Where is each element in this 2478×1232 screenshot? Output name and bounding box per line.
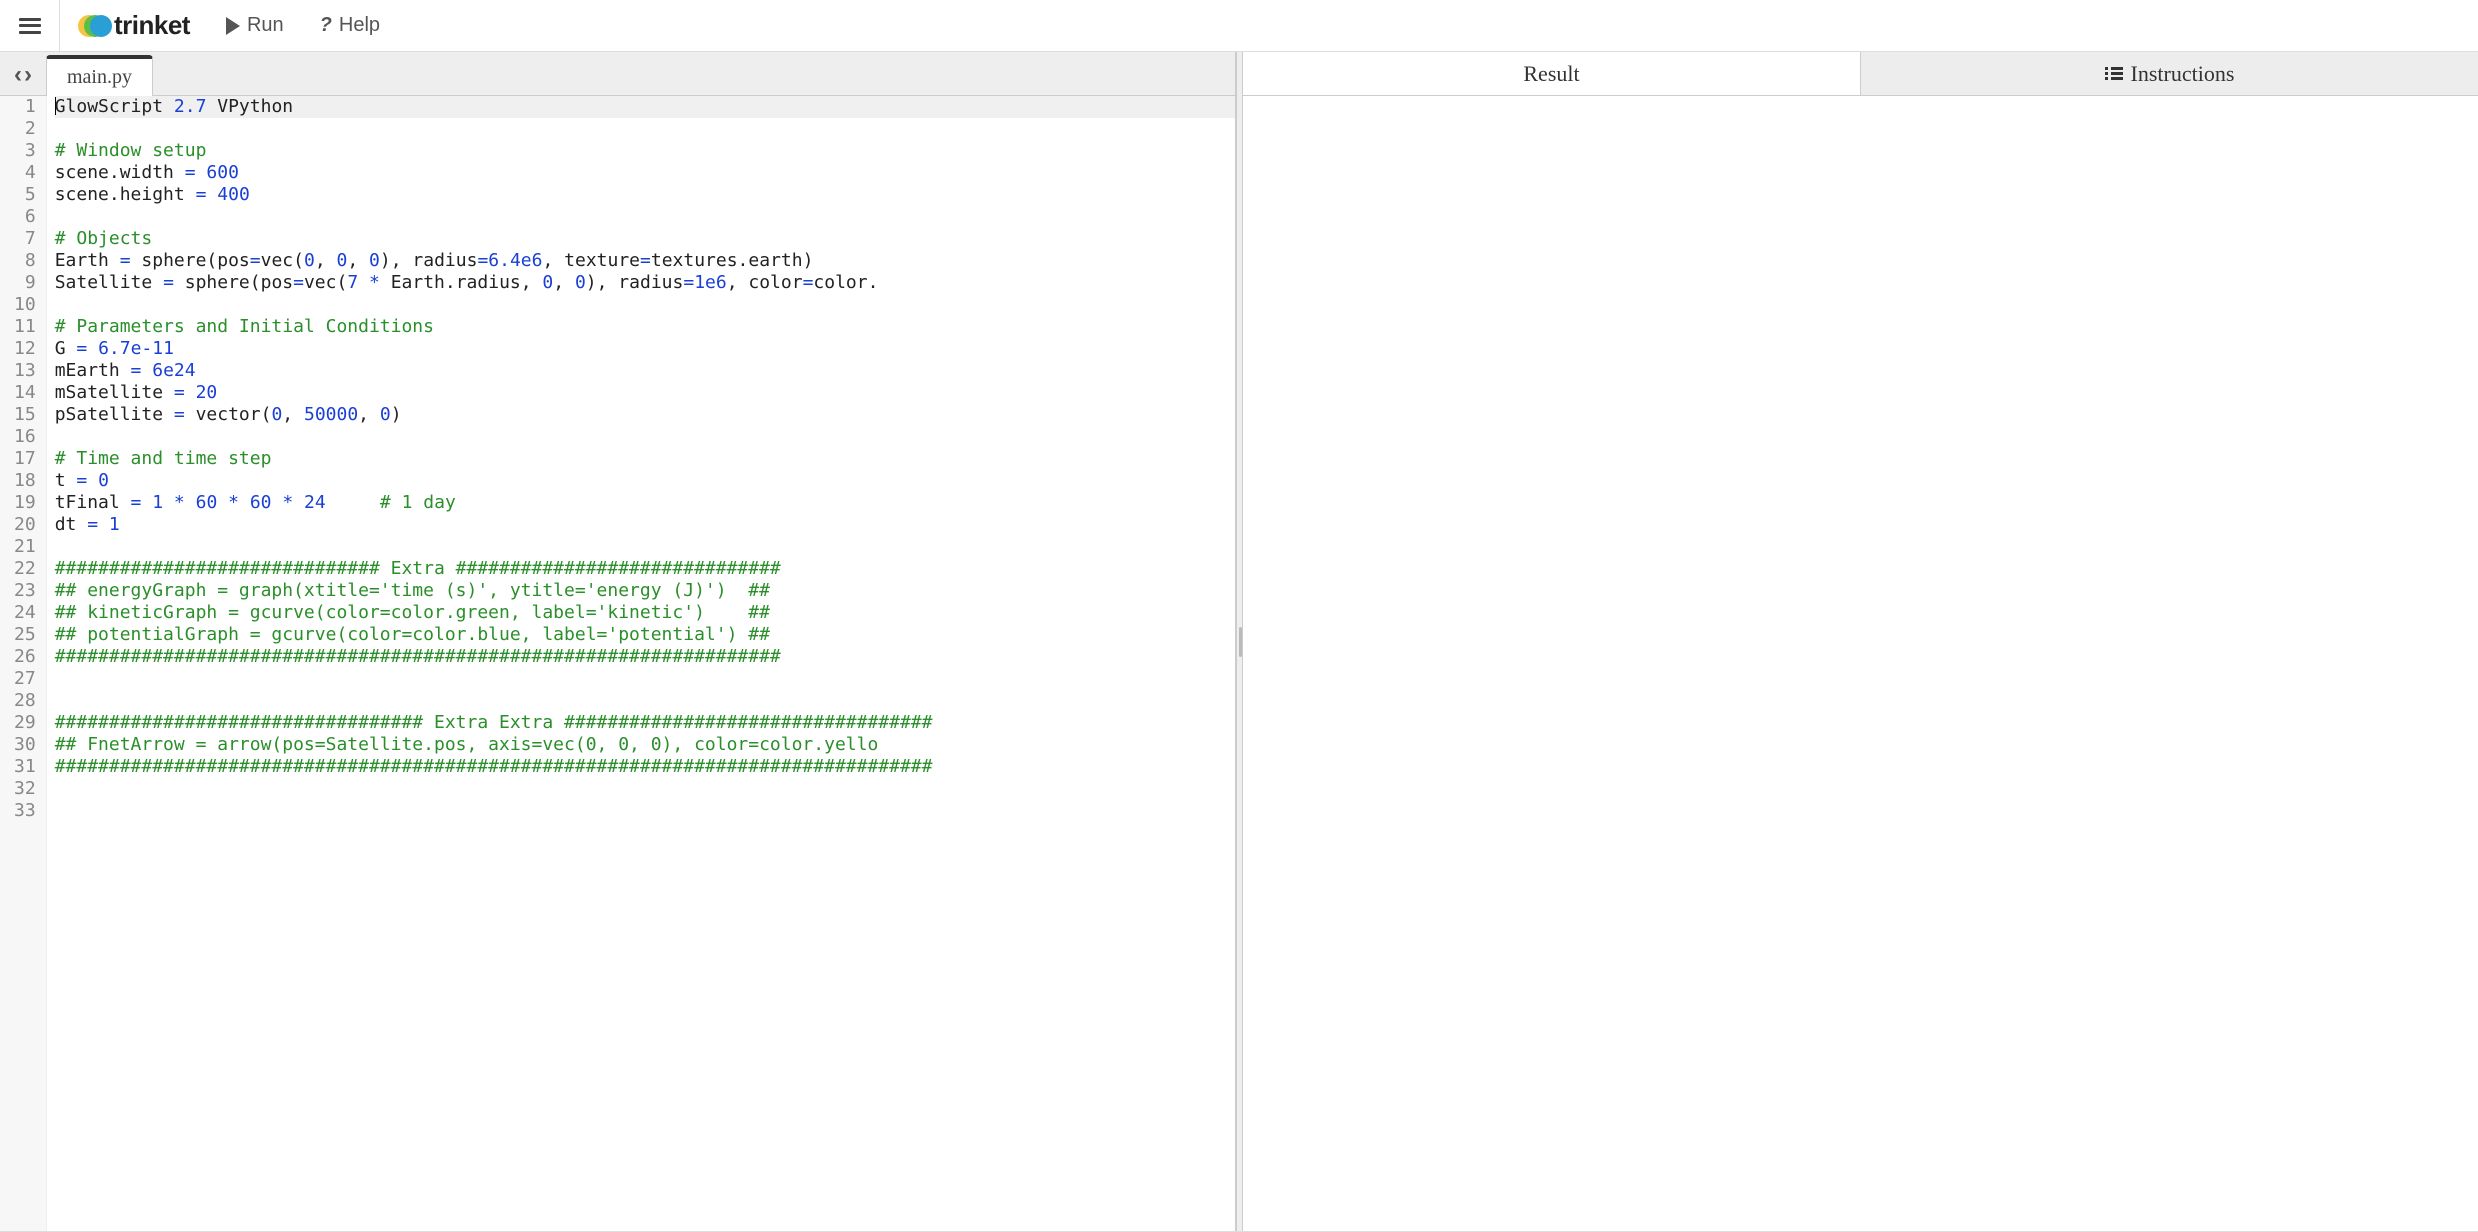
line-number: 29 [14,712,36,734]
tab-result[interactable]: Result [1243,52,1861,95]
line-number: 22 [14,558,36,580]
code-line[interactable] [55,118,1235,140]
editor-tabbar: ‹ › main.py [0,52,1235,96]
line-number: 12 [14,338,36,360]
code-line[interactable]: ## kineticGraph = gcurve(color=color.gre… [55,602,1235,624]
line-number: 27 [14,668,36,690]
code-line[interactable]: ## FnetArrow = arrow(pos=Satellite.pos, … [55,734,1235,756]
code-line[interactable] [55,800,1235,822]
line-number: 15 [14,404,36,426]
output-pane: Result Instructions [1243,52,2478,1231]
result-body [1243,96,2478,1231]
line-number: 20 [14,514,36,536]
line-number: 26 [14,646,36,668]
code-line[interactable] [55,294,1235,316]
line-number: 33 [14,800,36,822]
line-number: 31 [14,756,36,778]
code-line[interactable]: scene.width = 600 [55,162,1235,184]
hamburger-icon [19,18,41,34]
list-icon [2105,67,2123,80]
code-line[interactable]: ## potentialGraph = gcurve(color=color.b… [55,624,1235,646]
code-line[interactable]: ################################## Extra… [55,712,1235,734]
run-label: Run [247,14,284,37]
code-line[interactable] [55,778,1235,800]
line-number: 19 [14,492,36,514]
line-number: 2 [14,118,36,140]
line-number: 8 [14,250,36,272]
play-icon [226,17,240,35]
tab-instructions[interactable]: Instructions [1861,52,2478,95]
code-line[interactable] [55,536,1235,558]
code-line[interactable]: # Objects [55,228,1235,250]
code-line[interactable]: dt = 1 [55,514,1235,536]
line-number: 11 [14,316,36,338]
code-line[interactable]: # Window setup [55,140,1235,162]
line-number: 30 [14,734,36,756]
tab-nav-arrows: ‹ › [8,61,40,95]
code-line[interactable]: G = 6.7e-11 [55,338,1235,360]
code-line[interactable]: ############################## Extra ###… [55,558,1235,580]
code-line[interactable]: Earth = sphere(pos=vec(0, 0, 0), radius=… [55,250,1235,272]
topbar: trinket Run ? Help [0,0,2478,52]
line-number: 4 [14,162,36,184]
code-line[interactable]: mSatellite = 20 [55,382,1235,404]
output-tabs: Result Instructions [1243,52,2478,96]
menu-button[interactable] [0,0,60,51]
brand-logo-and-name[interactable]: trinket [60,10,208,41]
code-line[interactable]: ## energyGraph = graph(xtitle='time (s)'… [55,580,1235,602]
line-number: 16 [14,426,36,448]
run-button[interactable]: Run [208,14,302,37]
main-split: ‹ › main.py 1234567891011121314151617181… [0,52,2478,1232]
code-line[interactable]: # Time and time step [55,448,1235,470]
line-number: 17 [14,448,36,470]
code-line[interactable]: mEarth = 6e24 [55,360,1235,382]
tab-instructions-label: Instructions [2131,61,2235,87]
code-line[interactable]: ########################################… [55,646,1235,668]
line-number: 24 [14,602,36,624]
tab-next-button[interactable]: › [24,61,32,89]
line-number: 25 [14,624,36,646]
line-number-gutter: 1234567891011121314151617181920212223242… [0,96,47,1231]
line-number: 32 [14,778,36,800]
code-area[interactable]: GlowScript 2.7 VPython # Window setupsce… [47,96,1235,1231]
line-number: 6 [14,206,36,228]
tab-result-label: Result [1523,61,1579,87]
brand-text: trinket [114,10,190,41]
trinket-logo-icon [78,11,108,41]
line-number: 23 [14,580,36,602]
line-number: 28 [14,690,36,712]
line-number: 10 [14,294,36,316]
code-editor[interactable]: 1234567891011121314151617181920212223242… [0,96,1235,1231]
line-number: 9 [14,272,36,294]
code-line[interactable]: scene.height = 400 [55,184,1235,206]
code-line[interactable] [55,668,1235,690]
code-line[interactable]: tFinal = 1 * 60 * 60 * 24 # 1 day [55,492,1235,514]
code-line[interactable]: t = 0 [55,470,1235,492]
help-button[interactable]: ? Help [302,14,398,37]
line-number: 3 [14,140,36,162]
code-line[interactable]: Satellite = sphere(pos=vec(7 * Earth.rad… [55,272,1235,294]
code-line[interactable] [55,426,1235,448]
line-number: 5 [14,184,36,206]
editor-pane: ‹ › main.py 1234567891011121314151617181… [0,52,1236,1231]
code-line[interactable] [55,206,1235,228]
line-number: 1 [14,96,36,118]
line-number: 21 [14,536,36,558]
file-tab-label: main.py [67,66,132,88]
tab-prev-button[interactable]: ‹ [14,61,22,89]
line-number: 13 [14,360,36,382]
pane-splitter[interactable] [1236,52,1243,1231]
code-line[interactable] [55,690,1235,712]
question-icon: ? [320,14,332,37]
line-number: 7 [14,228,36,250]
file-tab-main[interactable]: main.py [46,55,153,96]
code-line[interactable]: # Parameters and Initial Conditions [55,316,1235,338]
help-label: Help [339,14,380,37]
code-line[interactable]: ########################################… [55,756,1235,778]
code-line[interactable]: pSatellite = vector(0, 50000, 0) [55,404,1235,426]
line-number: 18 [14,470,36,492]
line-number: 14 [14,382,36,404]
code-line[interactable]: GlowScript 2.7 VPython [55,96,1235,118]
